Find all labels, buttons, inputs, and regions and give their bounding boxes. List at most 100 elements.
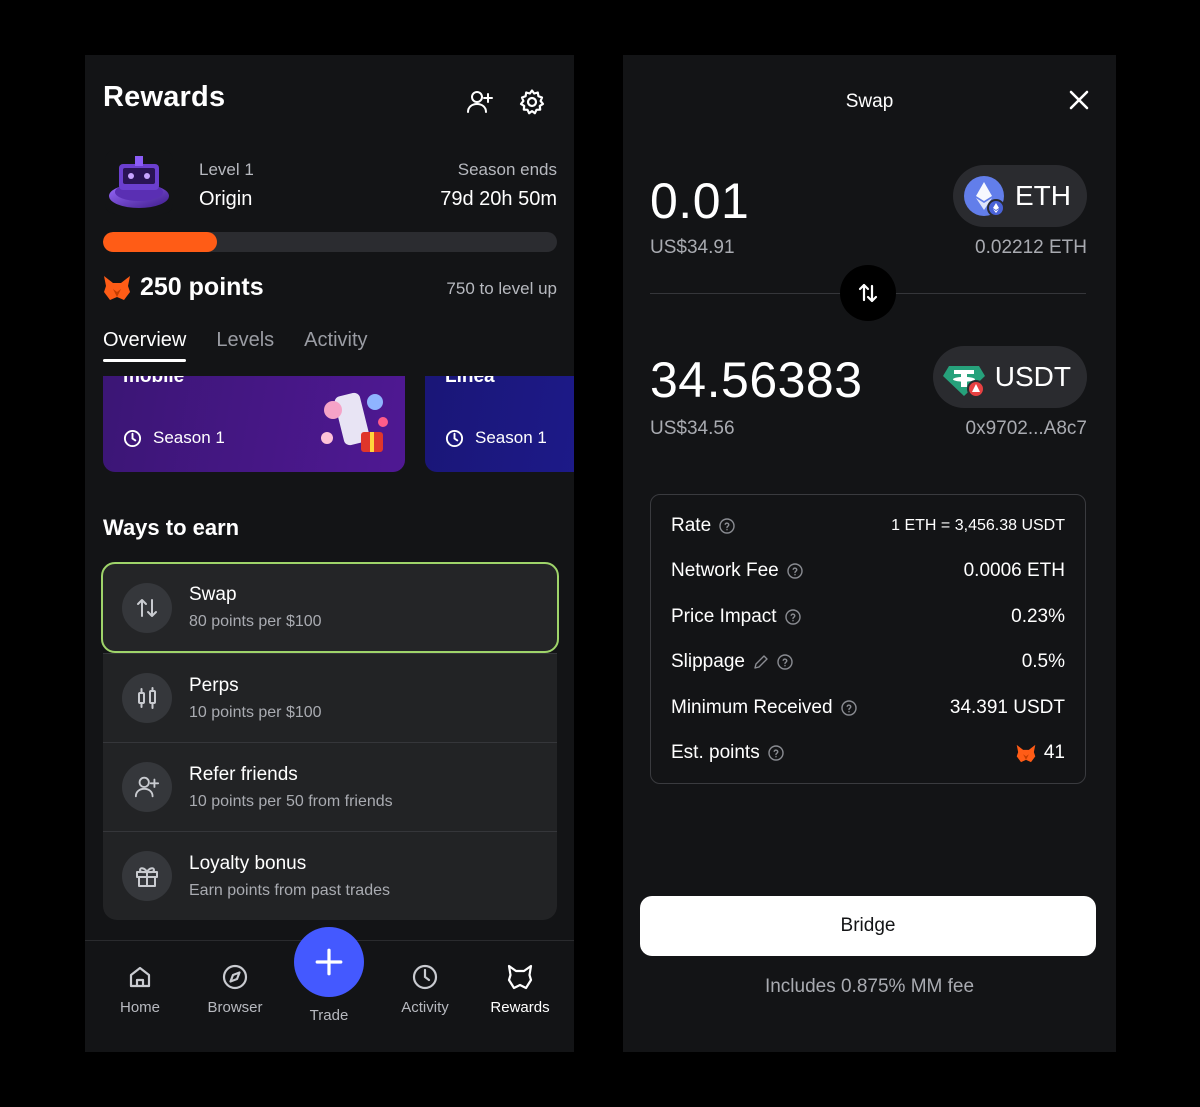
to-amount: 34.56383 [650,352,863,408]
detail-value: 0.0006 ETH [963,560,1065,582]
fee-note: Includes 0.875% MM fee [764,976,975,997]
detail-value: 34.391 USDT [949,696,1065,718]
info-icon[interactable] [768,745,784,761]
nav-browser[interactable]: Browser [195,963,275,1016]
from-amount[interactable]: 0.01 [650,172,749,230]
info-icon[interactable] [840,700,857,716]
ways-to-earn-list: Swap 80 points per $100 Perps 10 points … [101,562,559,920]
ways-to-earn-heading: Ways to earn [103,515,240,540]
level-progress-fill [103,232,217,252]
detail-value: 0.5% [1021,651,1065,673]
info-icon[interactable] [787,563,803,579]
add-user-button[interactable] [465,87,495,117]
detail-row-price-impact: Price Impact 0.23% [671,594,1065,640]
to-recipient-address: 0x9702...A8c7 [965,418,1087,439]
swap-arrows-icon [858,283,878,303]
promo-card-season-label: Season 1 [153,428,225,447]
earn-item-desc: 80 points per $100 [189,613,322,630]
tab-overview[interactable]: Overview [103,329,187,362]
nav-activity-label: Activity [401,999,449,1016]
gear-icon [519,89,545,115]
tab-activity[interactable]: Activity [304,329,367,362]
level-progress-bar [103,232,557,252]
promo-card-season: Season 1 [445,428,547,448]
clock-icon [445,429,464,447]
bottom-nav: Home Browser Trade Activity Rewards [85,927,574,1052]
earn-item-perps[interactable]: Perps 10 points per $100 [103,653,557,742]
detail-value-points: 41 [1016,742,1065,764]
settings-button[interactable] [517,87,547,117]
earn-item-loyalty-bonus[interactable]: Loyalty bonus Earn points from past trad… [103,831,557,920]
rewards-tabs: Overview Levels Activity [103,329,368,362]
swap-title: Swap [845,91,894,112]
detail-label: Network Fee [671,560,779,582]
detail-row-rate: Rate 1 ETH = 3,456.38 USDT [671,503,1065,549]
switch-direction-button[interactable] [840,265,896,321]
promo-card-mobile[interactable]: mobile Season 1 [103,376,405,472]
earn-item-refer-friends[interactable]: Refer friends 10 points per 50 from frie… [103,742,557,831]
promo-card-season-label: Season 1 [475,428,547,447]
add-user-icon [467,91,493,113]
from-token-symbol: ETH [1015,180,1071,211]
nav-rewards[interactable]: Rewards [480,963,560,1016]
nav-home[interactable]: Home [100,963,180,1016]
pencil-icon[interactable] [753,654,769,670]
home-icon [129,966,151,988]
detail-label: Price Impact [671,605,777,627]
from-fiat-value: US$34.91 [650,237,735,258]
clock-icon [123,429,142,447]
level-label: Level 1 [199,160,254,179]
to-token-symbol: USDT [994,361,1071,392]
detail-row-network-fee: Network Fee 0.0006 ETH [671,549,1065,595]
from-token-balance: 0.02212 ETH [975,237,1087,258]
level-name: Origin [199,188,253,210]
level-avatar [105,150,173,214]
earn-item-name: Perps [189,674,239,696]
eth-token-icon [963,175,1005,217]
earn-item-icon [122,851,172,901]
candlestick-icon [138,687,156,709]
detail-row-minimum-received: Minimum Received 34.391 USDT [671,685,1065,731]
clock-icon [412,964,438,990]
from-token-selector[interactable]: ETH [953,165,1087,227]
nav-browser-label: Browser [207,999,263,1016]
info-icon[interactable] [777,654,793,670]
detail-value: 0.23% [1011,605,1065,627]
detail-label: Est. points [671,742,760,764]
gift-icon [136,867,158,887]
info-icon[interactable] [784,609,801,625]
season-cards-carousel[interactable]: mobile Season 1 Linea Season 1 [85,376,574,472]
nav-activity[interactable]: Activity [385,963,465,1016]
rewards-screen: Rewards Level 1 Origin Season ends 79d 2… [85,55,574,1052]
info-icon[interactable] [719,518,735,534]
points-to-level-up: 750 to level up [446,279,557,298]
swap-screen: Swap 0.01 US$34.91 ETH 0.02212 ETH 34.56… [623,55,1116,1052]
trade-label: Trade [309,1007,349,1024]
to-token-selector[interactable]: USDT [932,346,1087,408]
detail-label: Slippage [671,651,745,673]
earn-item-icon [122,582,172,633]
season-ends-label: Season ends [457,160,557,179]
fox-points-icon [104,276,130,300]
tab-levels[interactable]: Levels [216,329,274,362]
detail-value: 41 [1043,742,1065,764]
swap-arrows-icon [137,598,157,617]
bridge-button[interactable]: Bridge [640,896,1096,956]
earn-item-name: Loyalty bonus [189,852,307,874]
earn-item-icon [122,762,172,812]
detail-label: Rate [671,514,712,536]
plus-icon [315,948,343,976]
fox-points-icon [1016,744,1036,762]
promo-card-linea[interactable]: Linea Season 1 [425,376,574,472]
promo-card-title: mobile [123,376,185,387]
compass-icon [222,964,248,990]
earn-item-swap[interactable]: Swap 80 points per $100 [101,562,559,653]
nav-home-label: Home [119,999,160,1016]
close-icon[interactable] [1066,87,1092,113]
earn-item-name: Refer friends [189,763,298,785]
promo-card-title: Linea [445,376,495,387]
earn-item-name: Swap [189,584,237,605]
nav-rewards-label: Rewards [490,999,550,1016]
trade-button[interactable] [294,927,364,997]
earn-item-desc: 10 points per 50 from friends [189,792,393,810]
